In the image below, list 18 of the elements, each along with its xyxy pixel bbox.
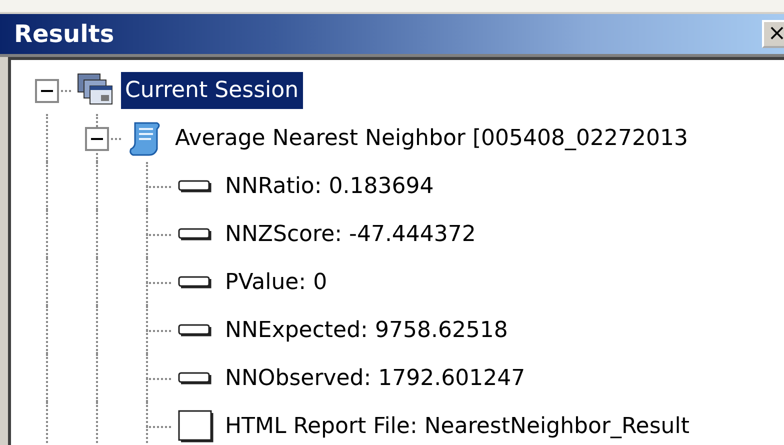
tree-item[interactable]: NNZScore: -47.444372 — [221, 216, 480, 252]
rectangle-icon — [177, 179, 213, 193]
tree-item[interactable]: Average Nearest Neighbor [005408_02272013 — [171, 120, 692, 156]
close-button[interactable]: × — [762, 20, 784, 48]
tree-item[interactable]: NNObserved: 1792.601247 — [221, 360, 530, 396]
tree-item[interactable]: NNExpected: 9758.62518 — [221, 312, 512, 348]
rectangle-icon — [177, 323, 213, 337]
tree-item[interactable]: Current Session — [121, 72, 303, 108]
rectangle-icon — [177, 275, 213, 289]
tree-item[interactable]: PValue: 0 — [221, 264, 332, 300]
window-title: Results — [13, 20, 114, 48]
collapse-toggle[interactable] — [85, 127, 109, 151]
tree-item[interactable]: HTML Report File: NearestNeighbor_Result — [221, 408, 694, 444]
collapse-toggle[interactable] — [35, 79, 59, 103]
rectangle-icon — [177, 227, 213, 241]
tree-item[interactable]: NNRatio: 0.183694 — [221, 168, 438, 204]
stacked-windows-icon — [77, 73, 113, 107]
rectangle-icon — [177, 371, 213, 385]
